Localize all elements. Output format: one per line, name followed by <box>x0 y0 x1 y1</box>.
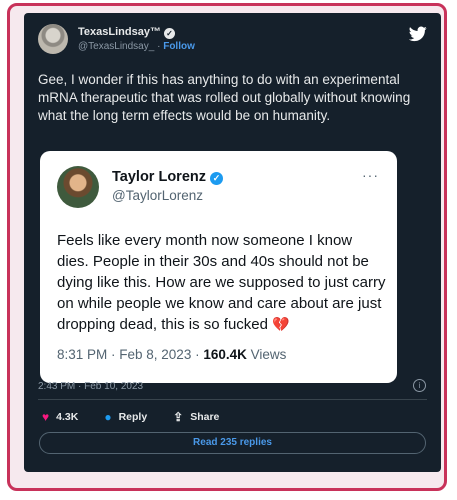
share-label: Share <box>190 411 220 423</box>
follow-button[interactable]: Follow <box>163 41 195 52</box>
quoted-author-name-text[interactable]: Taylor Lorenz <box>112 169 206 185</box>
like-button[interactable]: ♥ 4.3K <box>42 410 78 424</box>
quoted-views-count: 160.4K <box>203 347 247 362</box>
share-icon: ⇪ <box>173 410 184 424</box>
quoted-author-handle[interactable]: @TaylorLorenz <box>112 188 203 203</box>
separator: · <box>157 41 161 52</box>
comment-icon: ● <box>104 410 112 424</box>
more-options-icon[interactable]: ··· <box>362 167 379 183</box>
info-icon[interactable]: i <box>413 379 426 392</box>
quoted-tweet-time[interactable]: 8:31 PM · Feb 8, 2023 · <box>57 347 203 362</box>
read-replies-button[interactable]: Read 235 replies <box>39 432 426 454</box>
action-bar: ♥ 4.3K ● Reply ⇪ Share <box>42 410 245 424</box>
author-name-text[interactable]: TexasLindsay™ <box>78 26 161 38</box>
reply-button[interactable]: ● Reply <box>104 410 147 424</box>
quoted-author-name[interactable]: Taylor Lorenz ✓ <box>112 169 223 185</box>
tweet-timestamp[interactable]: 2:43 PM · Feb 10, 2023 <box>38 381 143 392</box>
like-count: 4.3K <box>56 411 79 423</box>
quoted-tweet-text: Feels like every month now someone I kno… <box>57 230 387 335</box>
quoted-tweet[interactable]: Taylor Lorenz ✓ @TaylorLorenz ··· Feels l… <box>40 151 397 383</box>
quoted-tweet-body: Feels like every month now someone I kno… <box>57 232 386 333</box>
broken-heart-icon: 💔 <box>272 316 290 332</box>
quoted-author-avatar[interactable] <box>57 166 99 208</box>
author-name[interactable]: TexasLindsay™ ✓ <box>78 26 175 39</box>
heart-icon: ♥ <box>42 410 50 424</box>
reply-label: Reply <box>118 411 148 423</box>
quoted-views-label: Views <box>246 347 287 362</box>
verified-icon: ✓ <box>163 28 175 39</box>
verified-icon: ✓ <box>210 172 223 185</box>
author-avatar[interactable] <box>38 24 68 54</box>
tweet-text: Gee, I wonder if this has anything to do… <box>38 72 411 123</box>
divider <box>38 399 427 400</box>
quoted-tweet-meta: 8:31 PM · Feb 8, 2023 · 160.4K Views <box>57 347 286 362</box>
share-button[interactable]: ⇪ Share <box>173 410 219 424</box>
tweet-card[interactable]: TexasLindsay™ ✓ @TexasLindsay_ · Follow G… <box>24 13 441 472</box>
author-handle[interactable]: @TexasLindsay_ <box>78 41 154 52</box>
author-handle-row: @TexasLindsay_ · Follow <box>78 41 195 52</box>
twitter-bird-icon[interactable] <box>409 26 427 42</box>
